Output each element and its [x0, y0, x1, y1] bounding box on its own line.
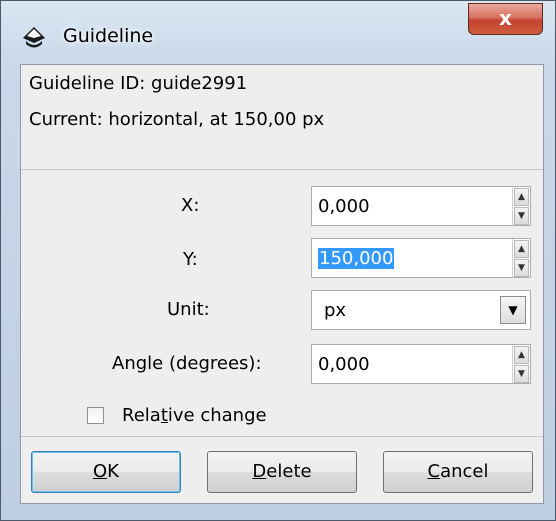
x-spin-down-icon[interactable]: ▼: [514, 207, 529, 225]
y-value: 150,000: [318, 248, 395, 269]
dialog-body: Guideline ID: guide2991 Current: horizon…: [20, 64, 544, 504]
unit-select[interactable]: px ▼: [311, 290, 531, 330]
cancel-button[interactable]: Cancel: [383, 451, 533, 493]
ok-button[interactable]: OK: [31, 451, 181, 493]
angle-spin-down-icon[interactable]: ▼: [514, 365, 529, 383]
x-label: X:: [181, 195, 200, 216]
close-icon: x: [499, 6, 512, 30]
dropdown-arrow-icon[interactable]: ▼: [500, 296, 526, 324]
angle-spinner[interactable]: ▲ ▼: [512, 345, 530, 383]
guideline-id-text: Guideline ID: guide2991: [29, 73, 248, 94]
button-separator: [21, 436, 543, 437]
close-button[interactable]: x: [468, 3, 543, 35]
x-field[interactable]: 0,000 ▲ ▼: [311, 186, 531, 226]
y-spin-down-icon[interactable]: ▼: [514, 259, 529, 277]
current-position-text: Current: horizontal, at 150,00 px: [29, 109, 325, 130]
angle-label: Angle (degrees):: [112, 353, 262, 374]
dialog-window: Guideline x Guideline ID: guide2991 Curr…: [0, 0, 556, 521]
relative-change-label[interactable]: Relative change: [122, 405, 267, 426]
y-spinner[interactable]: ▲ ▼: [512, 239, 530, 277]
x-spin-up-icon[interactable]: ▲: [514, 188, 529, 206]
title-bar[interactable]: Guideline x: [1, 1, 556, 61]
relative-change-checkbox[interactable]: [87, 407, 104, 424]
angle-field[interactable]: 0,000 ▲ ▼: [311, 344, 531, 384]
angle-spin-up-icon[interactable]: ▲: [514, 346, 529, 364]
unit-label: Unit:: [167, 299, 210, 320]
x-spinner[interactable]: ▲ ▼: [512, 187, 530, 225]
y-label: Y:: [183, 249, 198, 270]
unit-value: px: [324, 300, 347, 321]
y-spin-up-icon[interactable]: ▲: [514, 240, 529, 258]
inkscape-app-icon: [21, 25, 47, 51]
y-field[interactable]: 150,000 ▲ ▼: [311, 238, 531, 278]
delete-button[interactable]: Delete: [207, 451, 357, 493]
x-value: 0,000: [318, 196, 370, 217]
angle-value: 0,000: [318, 354, 370, 375]
separator: [21, 169, 543, 170]
window-title: Guideline: [63, 25, 154, 47]
